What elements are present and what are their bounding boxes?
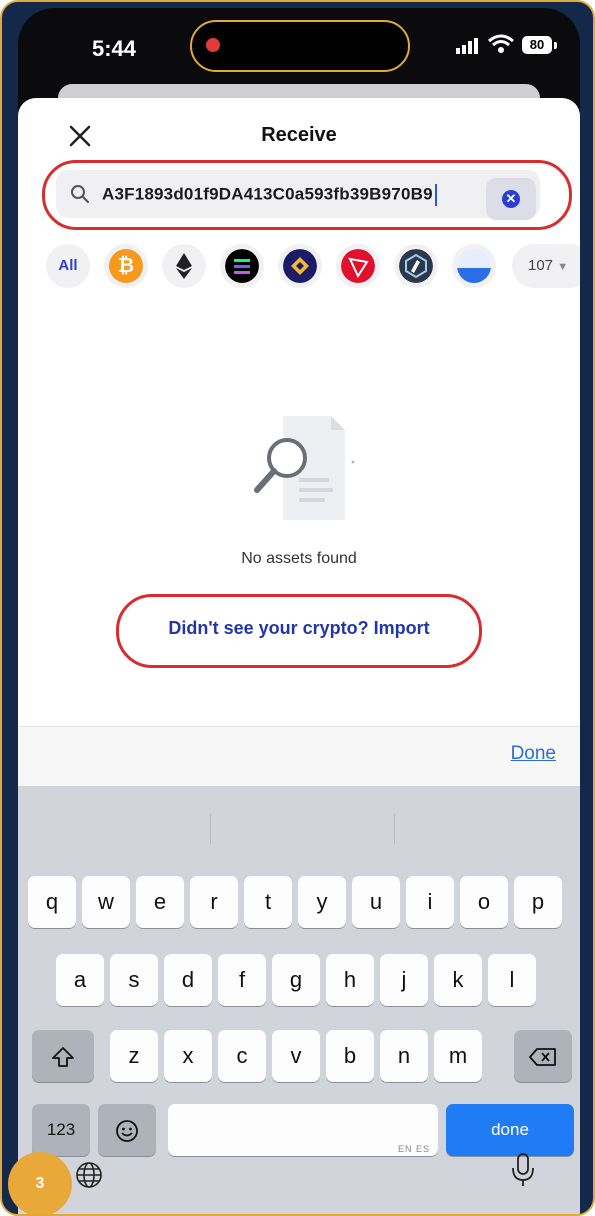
numbers-key[interactable]: 123	[32, 1104, 90, 1156]
wifi-icon	[488, 34, 514, 53]
key-a[interactable]: a	[56, 954, 104, 1006]
key-e[interactable]: e	[136, 876, 184, 928]
shift-icon	[52, 1047, 74, 1068]
key-n[interactable]: n	[380, 1030, 428, 1082]
recording-indicator-icon	[206, 38, 220, 52]
empty-state-message: No assets found	[241, 550, 357, 567]
chip-tron[interactable]	[336, 244, 380, 288]
clear-icon: ✕	[502, 190, 520, 208]
backspace-key[interactable]	[514, 1030, 572, 1082]
tutorial-frame: 5:44 80 Receive A3F1893d01f9DA413C0a593f…	[0, 0, 595, 1216]
key-s[interactable]: s	[110, 954, 158, 1006]
key-w[interactable]: w	[82, 876, 130, 928]
key-u[interactable]: u	[352, 876, 400, 928]
globe-icon[interactable]	[74, 1160, 104, 1190]
tron-icon	[341, 249, 375, 283]
import-crypto-link[interactable]: Didn't see your crypto? Import	[18, 618, 580, 639]
chip-solana[interactable]	[220, 244, 264, 288]
backspace-icon	[529, 1048, 556, 1067]
chevron-down-icon: ▼	[557, 261, 569, 273]
bitcoin-icon: ₿	[109, 249, 143, 283]
key-f[interactable]: f	[218, 954, 266, 1006]
key-i[interactable]: i	[406, 876, 454, 928]
key-c[interactable]: c	[218, 1030, 266, 1082]
shift-key[interactable]	[32, 1030, 94, 1082]
key-q[interactable]: q	[28, 876, 76, 928]
accessory-done-button[interactable]: Done	[511, 743, 556, 765]
key-l[interactable]: l	[488, 954, 536, 1006]
key-d[interactable]: d	[164, 954, 212, 1006]
status-time: 5:44	[92, 36, 137, 61]
suggestion-divider	[394, 814, 395, 844]
network-filter-chips: All ₿ 107 ▼	[46, 244, 580, 290]
key-x[interactable]: x	[164, 1030, 212, 1082]
chip-arbitrum[interactable]	[394, 244, 438, 288]
bnb-icon	[283, 249, 317, 283]
search-value: A3F1893d01f9DA413C0a593fb39B970B9	[102, 184, 433, 204]
search-icon	[71, 185, 90, 204]
search-input[interactable]: A3F1893d01f9DA413C0a593fb39B970B9	[102, 184, 437, 206]
key-k[interactable]: k	[434, 954, 482, 1006]
microphone-icon[interactable]	[510, 1152, 536, 1188]
page-title: Receive	[261, 124, 337, 146]
more-networks-chip[interactable]: 107 ▼	[512, 244, 580, 288]
battery-level: 80	[522, 36, 552, 54]
key-b[interactable]: b	[326, 1030, 374, 1082]
cellular-signal-icon	[456, 38, 478, 54]
chip-bitcoin[interactable]: ₿	[104, 244, 148, 288]
key-v[interactable]: v	[272, 1030, 320, 1082]
emoji-icon	[116, 1120, 138, 1143]
chip-bnb[interactable]	[278, 244, 322, 288]
battery-tip	[554, 42, 557, 49]
network-coin-icon	[457, 249, 491, 283]
solana-icon	[225, 249, 259, 283]
receive-sheet: Receive A3F1893d01f9DA413C0a593fb39B970B…	[18, 98, 580, 1214]
chip-network[interactable]	[452, 244, 496, 288]
keyboard: qwertyuiop asdfghjkl zxcvbnm 123 EN ES don…	[18, 786, 580, 1214]
chip-all[interactable]: All	[46, 244, 90, 288]
suggestion-divider	[210, 814, 211, 844]
ethereum-icon	[176, 253, 192, 279]
clear-search-button[interactable]: ✕	[486, 178, 536, 220]
key-z[interactable]: z	[110, 1030, 158, 1082]
key-y[interactable]: y	[298, 876, 346, 928]
key-g[interactable]: g	[272, 954, 320, 1006]
text-caret	[434, 184, 437, 206]
key-h[interactable]: h	[326, 954, 374, 1006]
key-p[interactable]: p	[514, 876, 562, 928]
key-j[interactable]: j	[380, 954, 428, 1006]
key-o[interactable]: o	[460, 876, 508, 928]
dynamic-island	[190, 20, 410, 72]
emoji-key[interactable]	[98, 1104, 156, 1156]
phone-screen: 5:44 80 Receive A3F1893d01f9DA413C0a593f…	[18, 8, 580, 1214]
arbitrum-icon	[399, 249, 433, 283]
key-t[interactable]: t	[244, 876, 292, 928]
key-m[interactable]: m	[434, 1030, 482, 1082]
step-number-badge: 3	[8, 1152, 72, 1214]
key-r[interactable]: r	[190, 876, 238, 928]
chip-ethereum[interactable]	[162, 244, 206, 288]
no-results-illustration-icon	[254, 416, 355, 520]
keyboard-done-key[interactable]: done	[446, 1104, 574, 1156]
more-networks-count: 107	[528, 257, 554, 274]
status-bar: 5:44 80	[18, 8, 580, 88]
keyboard-accessory-bar: Done	[18, 726, 580, 787]
search-field[interactable]: A3F1893d01f9DA413C0a593fb39B970B9	[56, 170, 540, 218]
space-language-label: EN ES	[397, 1144, 430, 1154]
space-key[interactable]: EN ES	[168, 1104, 438, 1156]
